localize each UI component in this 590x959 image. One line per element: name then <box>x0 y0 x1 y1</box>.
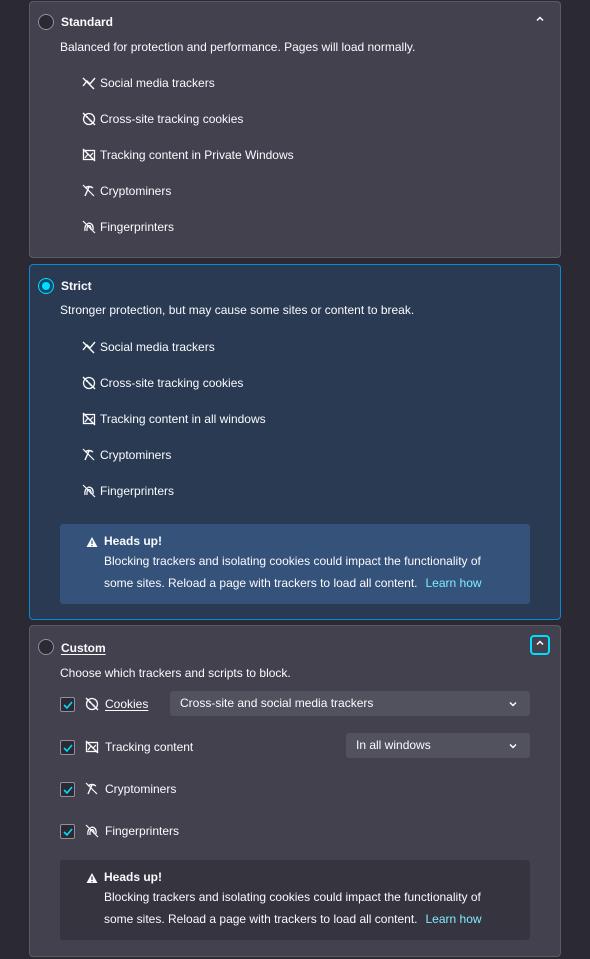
warning-icon <box>86 537 98 547</box>
warning-body-line: some sites. Reload a page with trackers … <box>104 912 418 926</box>
standard-option-card[interactable]: Standard Balanced for protection and per… <box>29 1 561 258</box>
feature-label: Social media trackers <box>100 340 215 354</box>
standard-feature-tracking: Tracking content in Private Windows <box>82 146 294 164</box>
custom-warning-box: Heads up! Blocking trackers and isolatin… <box>60 860 530 940</box>
standard-feature-social: Social media trackers <box>82 74 215 92</box>
learn-how-link[interactable]: Learn how <box>426 912 482 926</box>
warning-body-line: some sites. Reload a page with trackers … <box>104 576 418 590</box>
chevron-down-icon <box>508 691 518 719</box>
cookies-select[interactable]: Cross-site and social media trackers <box>170 691 530 716</box>
cookie-icon <box>85 697 99 711</box>
feature-label: Tracking content in all windows <box>100 412 266 426</box>
feature-label: Social media trackers <box>100 76 215 90</box>
warning-body-line: Blocking trackers and isolating cookies … <box>104 554 481 568</box>
standard-radio[interactable] <box>38 14 54 30</box>
feature-label: Cross-site tracking cookies <box>100 376 244 390</box>
warning-title: Heads up! <box>104 870 163 884</box>
fingerprinters-label: Fingerprinters <box>105 824 180 838</box>
feature-label: Cross-site tracking cookies <box>100 112 244 126</box>
cryptominers-row: Cryptominers <box>60 776 176 802</box>
cryptominers-checkbox[interactable] <box>60 781 75 797</box>
tracking-content-icon <box>85 740 99 754</box>
standard-feature-cryptominers: Cryptominers <box>82 182 171 200</box>
strict-feature-cookies: Cross-site tracking cookies <box>82 374 243 392</box>
strict-feature-tracking: Tracking content in all windows <box>82 410 266 428</box>
chevron-up-icon <box>536 16 544 22</box>
warning-body: Blocking trackers and isolating cookies … <box>104 550 510 594</box>
cryptominer-icon <box>82 184 95 197</box>
checkmark-icon <box>63 700 73 709</box>
social-tracker-icon <box>82 77 96 90</box>
cookie-icon <box>82 376 96 390</box>
custom-collapse-button[interactable] <box>530 635 550 655</box>
fingerprinters-row: Fingerprinters <box>60 818 179 844</box>
fingerprinter-icon <box>82 484 96 498</box>
custom-option-card[interactable]: Custom Choose which trackers and scripts… <box>29 625 561 957</box>
cookies-row: Cookies <box>60 691 148 717</box>
checkmark-icon <box>63 827 73 836</box>
learn-how-link[interactable]: Learn how <box>426 576 482 590</box>
chevron-down-icon <box>508 733 518 761</box>
feature-label: Fingerprinters <box>100 220 175 234</box>
standard-feature-cookies: Cross-site tracking cookies <box>82 110 243 128</box>
checkmark-icon <box>63 785 73 794</box>
cookie-icon <box>82 112 96 126</box>
cookies-checkbox[interactable] <box>60 696 75 712</box>
chevron-up-icon <box>536 640 544 646</box>
fingerprinter-icon <box>82 220 96 234</box>
warning-title: Heads up! <box>104 534 163 548</box>
strict-option-card[interactable]: Strict Stronger protection, but may caus… <box>29 264 561 620</box>
feature-label: Cryptominers <box>100 184 172 198</box>
cookies-select-value: Cross-site and social media trackers <box>180 696 374 710</box>
tracking-select[interactable]: In all windows <box>346 733 530 758</box>
tracking-row: Tracking content <box>60 734 193 760</box>
standard-description: Balanced for protection and performance.… <box>60 40 416 54</box>
feature-label: Cryptominers <box>100 448 172 462</box>
strict-feature-social: Social media trackers <box>82 338 215 356</box>
warning-icon <box>86 873 98 883</box>
strict-description: Stronger protection, but may cause some … <box>60 303 415 317</box>
standard-feature-fingerprinters: Fingerprinters <box>82 218 174 236</box>
standard-title: Standard <box>61 15 114 29</box>
feature-label: Tracking content in Private Windows <box>100 148 294 162</box>
tracking-select-value: In all windows <box>356 738 431 752</box>
social-tracker-icon <box>82 341 96 354</box>
strict-warning-box: Heads up! Blocking trackers and isolatin… <box>60 524 530 604</box>
fingerprinters-checkbox[interactable] <box>60 823 75 839</box>
tracking-content-icon <box>82 412 96 426</box>
custom-radio[interactable] <box>38 639 54 655</box>
warning-body-line: Blocking trackers and isolating cookies … <box>104 890 481 904</box>
feature-label: Fingerprinters <box>100 484 175 498</box>
strict-feature-cryptominers: Cryptominers <box>82 446 171 464</box>
tracking-content-icon <box>82 148 96 162</box>
warning-body: Blocking trackers and isolating cookies … <box>104 886 510 930</box>
tracking-checkbox[interactable] <box>60 739 75 755</box>
cookies-label: Cookies <box>105 697 149 711</box>
checkmark-icon <box>63 743 73 752</box>
tracking-label: Tracking content <box>105 740 194 754</box>
strict-feature-fingerprinters: Fingerprinters <box>82 482 174 500</box>
strict-title: Strict <box>61 279 92 293</box>
cryptominers-label: Cryptominers <box>105 782 177 796</box>
standard-collapse-button[interactable] <box>530 11 550 31</box>
cryptominer-icon <box>85 782 98 795</box>
cryptominer-icon <box>82 448 95 461</box>
custom-description: Choose which trackers and scripts to blo… <box>60 666 291 680</box>
fingerprinter-icon <box>85 824 99 838</box>
custom-title: Custom <box>61 641 106 655</box>
strict-radio[interactable] <box>38 278 54 294</box>
